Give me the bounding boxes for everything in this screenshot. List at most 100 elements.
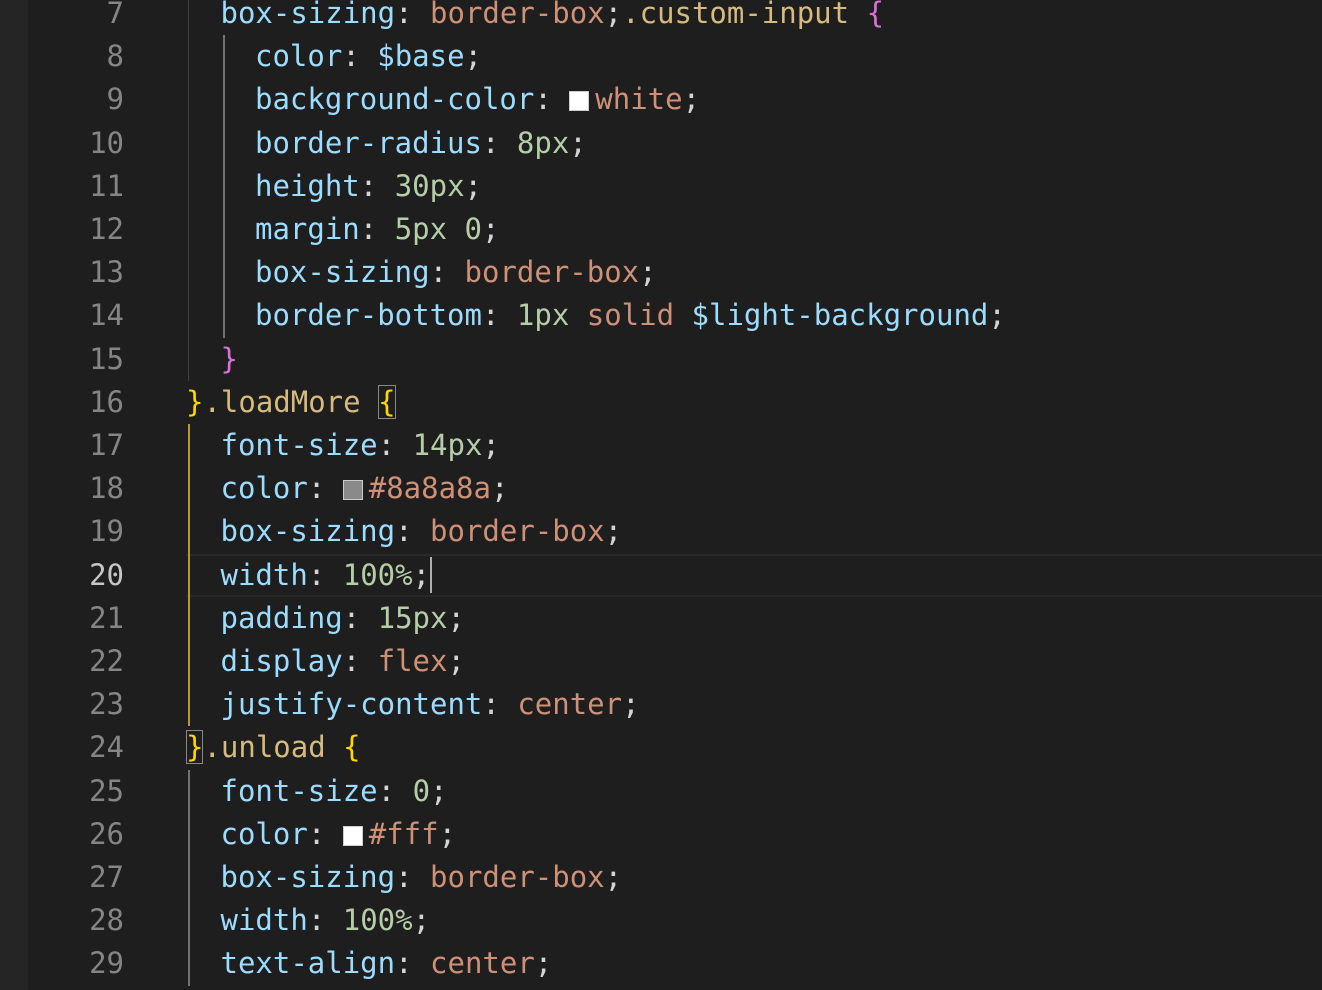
indent-guide	[222, 294, 225, 338]
code-token: 0	[464, 212, 483, 246]
code-text[interactable]: height: 30px;	[255, 165, 482, 208]
line-number: 24	[89, 730, 124, 765]
code-token: font-size	[220, 428, 378, 462]
code-text[interactable]: width: 100%;	[221, 554, 433, 597]
code-line[interactable]: 19 box-sizing: border-box;	[0, 510, 1322, 554]
code-text[interactable]: }.unload {	[186, 726, 361, 769]
code-line[interactable]: 7 box-sizing: border-box;.custom-input {	[0, 0, 1322, 36]
code-token: font-size	[220, 773, 378, 808]
code-token: ;	[682, 82, 701, 117]
code-line[interactable]: 27 box-sizing: border-box;	[0, 856, 1322, 900]
code-line[interactable]: 14 border-bottom: 1px solid $light-backgr…	[0, 294, 1322, 338]
color-swatch-icon[interactable]	[569, 91, 590, 112]
code-text[interactable]: justify-content: center;	[221, 683, 640, 726]
code-line[interactable]: 24 }.unload {	[0, 726, 1322, 769]
code-token: $light-background	[691, 298, 989, 333]
code-text[interactable]: padding: 15px;	[221, 597, 465, 640]
code-line[interactable]: 12 margin: 5px 0;	[0, 208, 1322, 252]
indent-guide	[188, 510, 190, 554]
code-line[interactable]: 26 color: #fff;	[0, 812, 1322, 856]
code-line[interactable]: 29 text-align: center;	[0, 942, 1322, 986]
code-token: width	[220, 557, 308, 592]
code-token: {	[866, 0, 885, 30]
code-line[interactable]: 21 padding: 15px;	[0, 596, 1322, 640]
code-token: .loadMore	[203, 384, 361, 419]
code-line[interactable]: 18 color: #8a8a8a;	[0, 467, 1322, 511]
code-line[interactable]: 8 color: $base;	[0, 35, 1322, 79]
code-text[interactable]: }	[221, 338, 238, 381]
code-line[interactable]: 13 box-sizing: border-box;	[0, 251, 1322, 295]
code-text[interactable]: }.emoji-open {	[186, 986, 430, 990]
code-text[interactable]: font-size: 14px;	[221, 424, 500, 467]
code-token: flex	[377, 644, 448, 678]
code-editor[interactable]: 7 box-sizing: border-box;.custom-input {8…	[0, 0, 1322, 990]
code-token: ;	[438, 816, 457, 851]
code-token: text-align	[220, 946, 396, 981]
indent-guide	[188, 596, 190, 640]
code-text[interactable]: border-radius: 8px;	[255, 122, 587, 165]
code-token: :	[395, 946, 431, 981]
code-token: ;	[604, 860, 623, 894]
code-text[interactable]: box-sizing: border-box;	[221, 510, 623, 553]
code-line[interactable]: 23 justify-content: center;	[0, 683, 1322, 727]
code-token: ;	[569, 125, 587, 160]
code-text[interactable]: color: $base;	[255, 35, 482, 78]
code-token: :	[342, 600, 378, 635]
line-number: 12	[89, 212, 124, 246]
code-text[interactable]: display: flex;	[221, 640, 465, 683]
code-text[interactable]: color: #8a8a8a;	[221, 467, 509, 510]
indent-guide	[188, 467, 190, 511]
indent-guide	[188, 164, 189, 208]
code-line[interactable]: 17 font-size: 14px;	[0, 424, 1322, 468]
code-token: padding	[220, 600, 343, 635]
code-line[interactable]: 28 width: 100%;	[0, 899, 1322, 943]
code-line[interactable]: 20 width: 100%;	[0, 553, 1322, 597]
code-text[interactable]: }.loadMore {	[186, 381, 396, 424]
code-text[interactable]: background-color: white;	[255, 78, 700, 121]
code-text[interactable]: text-align: center;	[221, 942, 553, 985]
line-number: 23	[89, 687, 124, 722]
code-token: ;	[622, 687, 640, 722]
indent-guide	[188, 35, 189, 79]
code-text[interactable]: box-sizing: border-box;	[255, 251, 657, 294]
code-line[interactable]: 11 height: 30px;	[0, 164, 1322, 208]
indent-guide	[188, 553, 190, 597]
code-text[interactable]: box-sizing: border-box;.custom-input {	[221, 0, 885, 35]
code-token: {	[343, 730, 361, 765]
line-number: 15	[89, 341, 124, 376]
code-line[interactable]: 30}.emoji-open {	[0, 986, 1322, 990]
code-text[interactable]: width: 100%;	[221, 899, 431, 942]
code-token: box-sizing	[220, 860, 396, 894]
color-swatch-icon[interactable]	[342, 480, 363, 501]
code-line[interactable]: 9 background-color: white;	[0, 78, 1322, 122]
code-line[interactable]: 25 font-size: 0;	[0, 769, 1322, 813]
indent-guide	[188, 208, 189, 252]
code-text[interactable]: box-sizing: border-box;	[221, 856, 623, 899]
code-text[interactable]: font-size: 0;	[221, 770, 448, 813]
code-text[interactable]: border-bottom: 1px solid $light-backgrou…	[255, 294, 1006, 337]
code-text[interactable]: color: #fff;	[221, 813, 457, 856]
code-line[interactable]: 15}	[0, 337, 1322, 381]
line-number: 20	[89, 557, 124, 592]
code-line[interactable]: 10 border-radius: 8px;	[0, 121, 1322, 165]
code-token: :	[395, 0, 431, 30]
code-token: 15px	[377, 600, 448, 635]
code-token: background-color	[255, 82, 535, 117]
code-token: 100%	[342, 557, 413, 592]
code-line[interactable]: 22 display: flex;	[0, 640, 1322, 684]
indent-guide	[188, 78, 189, 122]
code-token: border-box	[430, 0, 605, 30]
color-swatch-icon[interactable]	[342, 825, 363, 846]
code-token: $base	[377, 39, 465, 74]
indent-guide	[188, 942, 190, 986]
code-line[interactable]: 16}.loadMore {	[0, 381, 1322, 424]
code-token: ;	[412, 557, 431, 592]
code-token: :	[307, 903, 343, 938]
indent-guide	[222, 35, 225, 79]
code-text[interactable]: margin: 5px 0;	[255, 208, 499, 251]
line-number: 9	[106, 82, 124, 117]
code-token: ;	[482, 212, 500, 246]
code-token: display	[220, 644, 343, 678]
